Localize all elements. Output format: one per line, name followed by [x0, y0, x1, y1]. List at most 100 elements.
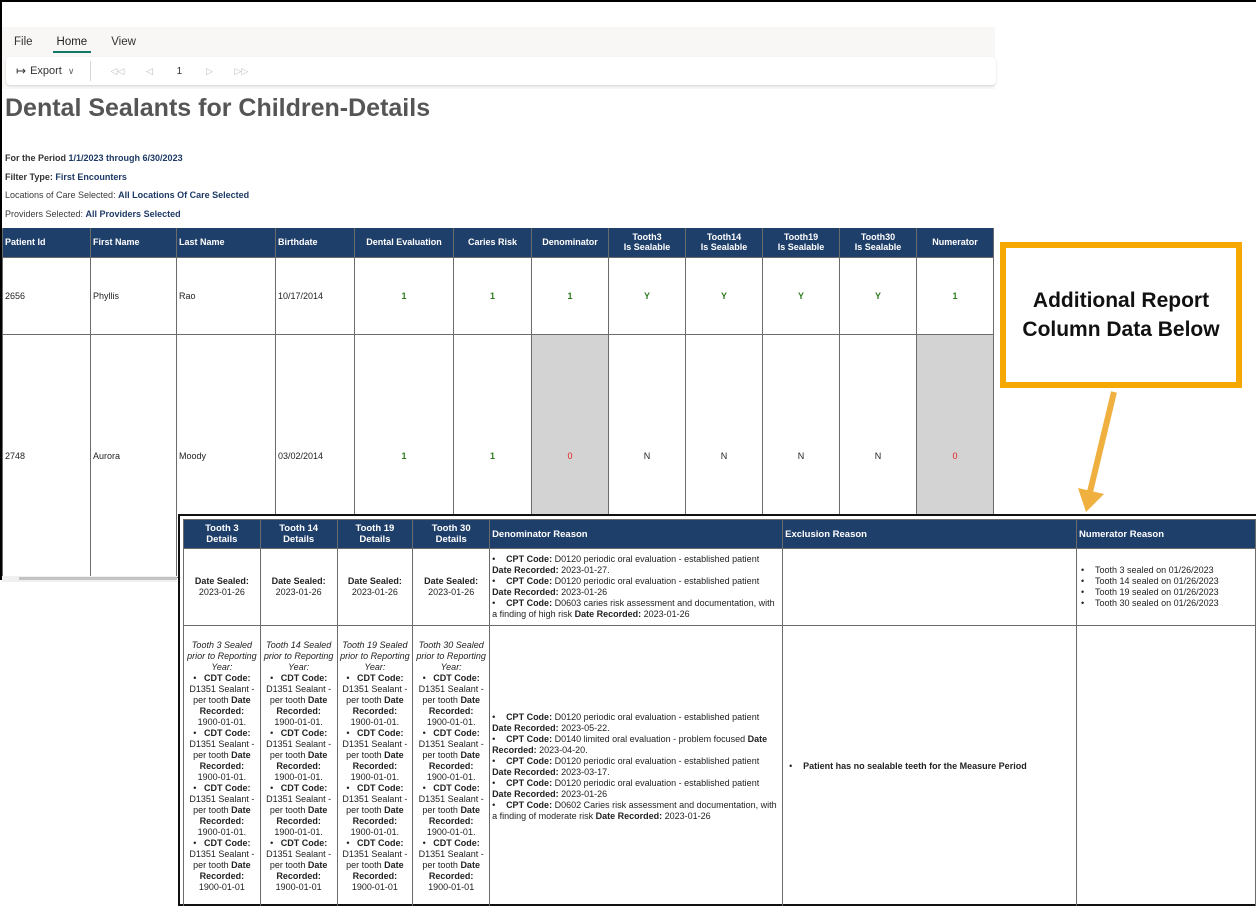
- cdt-entry: • CDT Code: D1351 Sealant - per tooth Da…: [340, 728, 411, 783]
- numerator-reason-item: • Tooth 30 sealed on 01/26/2023: [1081, 598, 1253, 609]
- bullet: •: [193, 838, 204, 848]
- date-sealed-label: Date Sealed:: [271, 576, 326, 586]
- previous-page-icon[interactable]: ◁: [133, 66, 165, 77]
- date-recorded-value: 1900-01-01: [351, 882, 398, 892]
- cdt-entry: • CDT Code: D1351 Sealant - per tooth Da…: [263, 838, 335, 893]
- tab-file[interactable]: File: [12, 35, 41, 55]
- date-recorded-label: Date Recorded:: [595, 810, 663, 821]
- date-recorded-value: 2023-01-26: [558, 587, 608, 597]
- scrollbar-thumb[interactable]: [19, 577, 177, 580]
- callout-line-1: Additional Report: [1032, 289, 1210, 312]
- exclusion-reason-text: Patient has no sealable teeth for the Me…: [803, 761, 1027, 771]
- bullet: •: [346, 673, 357, 683]
- numerator-reason-item: • Tooth 14 sealed on 01/26/2023: [1081, 576, 1253, 587]
- cpt-code-label: CPT Code:: [506, 777, 553, 788]
- cpt-code-label: CPT Code:: [506, 799, 553, 810]
- date-recorded-label: Date Recorded:: [492, 587, 559, 597]
- bullet: •: [789, 761, 793, 771]
- callout-arrow-shaft: [1087, 391, 1117, 493]
- date-recorded-value: 1900-01-01.: [350, 717, 400, 727]
- report-title: Dental Sealants for Children-Details: [5, 94, 431, 122]
- cell-caries-risk: 1: [453, 256, 532, 335]
- bullet: •: [346, 728, 357, 738]
- current-page-number[interactable]: 1: [165, 66, 193, 77]
- col-header-denominator[interactable]: Denominator: [531, 228, 609, 258]
- bullet: •: [270, 838, 281, 848]
- bullet: •: [492, 755, 496, 766]
- col-header-tooth14-sealable[interactable]: Tooth14 Is Sealable: [685, 228, 763, 258]
- cpt-code-value: D0120 periodic oral evaluation - establi…: [552, 755, 760, 766]
- numerator-reason-item: • Tooth 3 sealed on 01/26/2023: [1081, 565, 1253, 576]
- param-period: For the Period 1/1/2023 through 6/30/202…: [5, 153, 183, 163]
- col-header-caries-risk[interactable]: Caries Risk: [453, 228, 532, 258]
- numerator-reason-text: Tooth 19 sealed on 01/26/2023: [1095, 587, 1219, 597]
- next-page-icon[interactable]: ▷: [193, 66, 225, 77]
- numerator-reason-item: • Tooth 19 sealed on 01/26/2023: [1081, 587, 1253, 598]
- col-header-tooth30-sealable[interactable]: Tooth30 Is Sealable: [839, 228, 917, 258]
- last-page-icon[interactable]: ▷▷: [225, 66, 257, 77]
- numerator-reason-list: • Tooth 3 sealed on 01/26/2023 • Tooth 14 s…: [1079, 565, 1253, 609]
- col-header-tooth19-sealable[interactable]: Tooth19 Is Sealable: [762, 228, 840, 258]
- bullet: •: [422, 783, 434, 793]
- date-recorded-value: 1900-01-01.: [426, 772, 476, 782]
- denominator-reason-item: • CPT Code: D0602 Caries risk assessment …: [492, 800, 780, 822]
- bullet: •: [1081, 598, 1085, 608]
- col-header-patient-id[interactable]: Patient Id: [2, 228, 91, 258]
- date-sealed-label: Date Sealed:: [194, 576, 249, 586]
- horizontal-scrollbar[interactable]: [2, 576, 177, 582]
- cdt-code-label: CDT Code:: [203, 673, 251, 683]
- date-sealed-label: Date Sealed:: [347, 576, 402, 586]
- col-header-denominator-reason[interactable]: Denominator Reason: [489, 519, 784, 549]
- col-header-tooth3-details[interactable]: Tooth 3 Details: [183, 519, 261, 549]
- first-page-icon[interactable]: ◁◁: [101, 66, 133, 77]
- export-button[interactable]: ↦ Export ∨: [6, 57, 86, 85]
- col-header-tooth19-details[interactable]: Tooth 19 Details: [336, 519, 414, 549]
- date-sealed-value: 2023-01-26: [428, 587, 475, 597]
- cdt-code-label: CDT Code:: [356, 783, 404, 793]
- date-recorded-value: 2023-01-27.: [558, 565, 610, 575]
- col-header-numerator-reason[interactable]: Numerator Reason: [1076, 519, 1256, 549]
- tab-home[interactable]: Home: [52, 35, 96, 55]
- col-header-dental-evaluation[interactable]: Dental Evaluation: [354, 228, 454, 258]
- col-header-birthdate[interactable]: Birthdate: [275, 228, 355, 258]
- cell-tooth3-details: Tooth 3 Sealed prior to Reporting Year: •…: [183, 625, 261, 906]
- bullet: •: [492, 554, 496, 564]
- annotation-callout-box: Additional Report Column Data Below: [1000, 242, 1242, 388]
- numerator-reason-text: Tooth 30 sealed on 01/26/2023: [1095, 598, 1219, 608]
- cdt-code-label: CDT Code:: [280, 673, 328, 683]
- export-label: Export: [30, 65, 62, 77]
- col-header-tooth30-details[interactable]: Tooth 30 Details: [412, 519, 491, 549]
- menu-tabs: File Home View: [12, 35, 158, 55]
- cpt-code-label: CPT Code:: [506, 576, 553, 586]
- cell-denominator: 1: [531, 256, 609, 335]
- cdt-code-label: CDT Code:: [280, 728, 328, 738]
- table-row: 2656 Phyllis Rao 10/17/2014 1 1 1 Y Y Y …: [2, 256, 994, 335]
- col-header-tooth3-sealable[interactable]: Tooth3 Is Sealable: [608, 228, 686, 258]
- cdt-code-label: CDT Code:: [280, 838, 328, 848]
- col-header-numerator[interactable]: Numerator: [916, 228, 994, 258]
- col-header-first-name[interactable]: First Name: [90, 228, 177, 258]
- cell-exclusion-reason: [782, 548, 1078, 626]
- toolbar-separator: [90, 61, 92, 81]
- tab-view[interactable]: View: [109, 35, 144, 55]
- bullet: •: [422, 838, 434, 848]
- cell-numerator-reason: • Tooth 3 sealed on 01/26/2023 • Tooth 14 s…: [1076, 548, 1256, 626]
- date-sealed-value: 2023-01-26: [275, 587, 322, 597]
- cdt-entry: • CDT Code: D1351 Sealant - per tooth Da…: [340, 783, 411, 838]
- col-header-last-name[interactable]: Last Name: [176, 228, 276, 258]
- cell-tooth19-sealable: Y: [762, 256, 840, 335]
- cdt-code-label: CDT Code:: [433, 728, 480, 738]
- cpt-code-label: CPT Code:: [506, 711, 553, 722]
- cell-tooth19-details: Tooth 19 Sealed prior to Reporting Year:…: [336, 625, 414, 906]
- bullet: •: [422, 728, 434, 738]
- bullet: •: [492, 711, 496, 722]
- date-recorded-value: 1900-01-01.: [426, 717, 476, 727]
- date-recorded-value: 1900-01-01.: [274, 827, 323, 837]
- cpt-code-value: D0140 limited oral evaluation - problem …: [552, 733, 748, 744]
- callout-line-2: Column Data Below: [1022, 318, 1220, 341]
- col-header-exclusion-reason[interactable]: Exclusion Reason: [782, 519, 1078, 549]
- pager: ◁◁ ◁ 1 ▷ ▷▷: [101, 66, 257, 77]
- cdt-entry: • CDT Code: D1351 Sealant - per tooth Da…: [415, 673, 487, 728]
- col-header-tooth14-details[interactable]: Tooth 14 Details: [259, 519, 338, 549]
- date-recorded-value: 2023-01-26: [641, 609, 690, 619]
